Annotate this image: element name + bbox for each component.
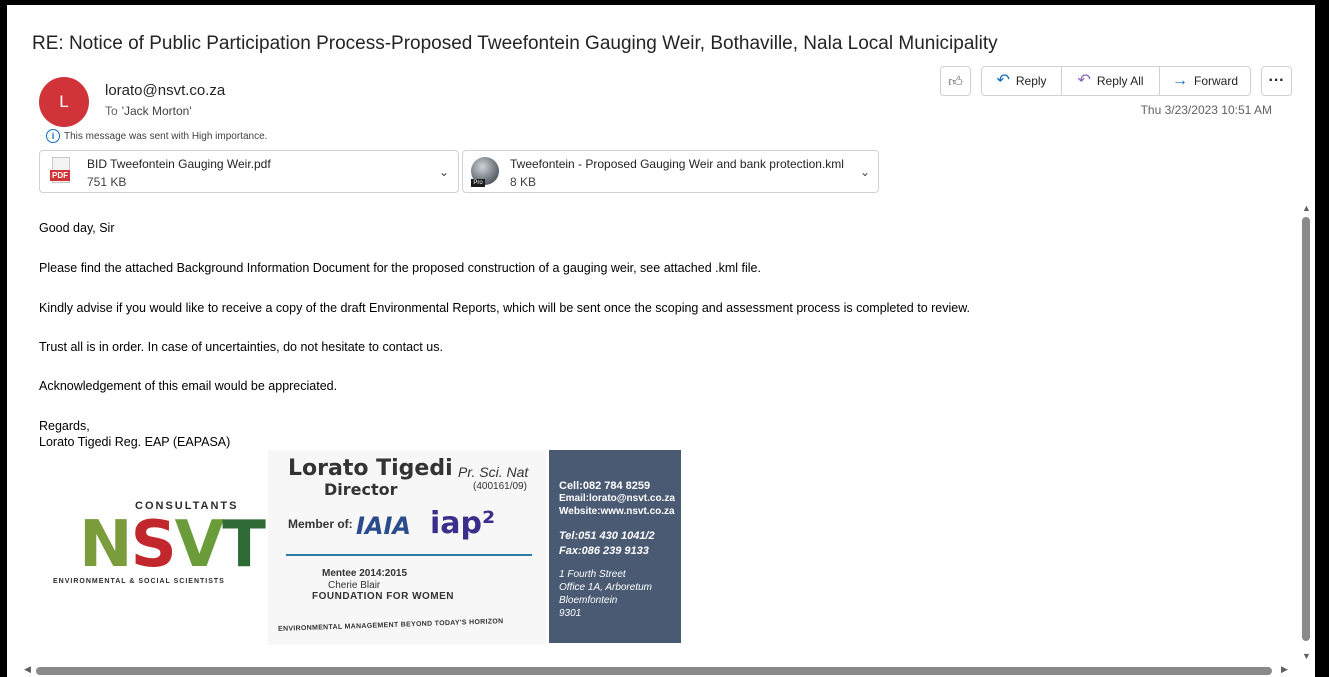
contact-cell: Cell:082 784 8259 — [559, 480, 651, 492]
ellipsis-icon: ··· — [1268, 72, 1285, 89]
info-icon: i — [46, 129, 60, 143]
like-button[interactable]: 👍︎ — [940, 66, 971, 96]
body-signature-name: Lorato Tigedi Reg. EAP (EAPASA) — [39, 435, 231, 449]
thumbs-up-icon: 👍︎ — [948, 72, 963, 89]
card-regno: (400161/09) — [473, 481, 527, 492]
attachment-kml[interactable]: Pro Tweefontein - Proposed Gauging Weir … — [462, 150, 879, 193]
body-paragraph-2: Kindly advise if you would like to recei… — [39, 301, 971, 315]
vertical-scroll-thumb[interactable] — [1302, 217, 1310, 641]
attachment-size: 751 KB — [87, 175, 127, 189]
importance-text: This message was sent with High importan… — [64, 130, 268, 142]
avatar-initial: L — [59, 92, 69, 111]
scroll-left-icon[interactable]: ◀ — [24, 664, 31, 675]
reply-icon: ↶ — [996, 72, 1010, 89]
scroll-down-icon[interactable]: ▼ — [1302, 651, 1311, 661]
horizontal-scrollbar[interactable]: ◀ ▶ — [24, 664, 1294, 677]
chevron-down-icon[interactable]: ⌄ — [439, 165, 449, 179]
contact-address-1: 1 Fourth Street — [559, 569, 626, 580]
to-label: To — [105, 104, 118, 118]
body-paragraph-1: Please find the attached Background Info… — [39, 261, 761, 275]
body-paragraph-3: Trust all is in order. In case of uncert… — [39, 340, 443, 354]
reading-pane: RE: Notice of Public Participation Proce… — [7, 5, 1315, 677]
iaia-logo: IAIA — [356, 512, 412, 540]
contact-address-3: Bloemfontein — [559, 595, 618, 606]
attachment-size: 8 KB — [510, 175, 537, 189]
reply-actions: ↶ Reply ↶ Reply All → Forward — [981, 66, 1251, 96]
card-cherie: Cherie Blair — [328, 580, 381, 591]
iap-logo: iap² — [430, 506, 496, 541]
reply-all-button[interactable]: ↶ Reply All — [1062, 67, 1160, 95]
message-date: Thu 3/23/2023 10:51 AM — [1140, 103, 1272, 117]
scroll-up-icon[interactable]: ▲ — [1302, 203, 1311, 213]
body-paragraph-4: Acknowledgement of this email would be a… — [39, 379, 338, 393]
card-credential: Pr. Sci. Nat — [458, 464, 529, 480]
card-foundation: FOUNDATION FOR WOMEN — [312, 591, 455, 602]
card-member-of: Member of: — [288, 517, 353, 531]
contact-address-4: 9301 — [559, 608, 582, 619]
nsvt-tagline: ENVIRONMENTAL & SOCIAL SCIENTISTS — [53, 578, 225, 585]
chevron-down-icon[interactable]: ⌄ — [860, 165, 870, 179]
recipient-name[interactable]: 'Jack Morton' — [122, 104, 192, 118]
contact-tel: Tel:051 430 1041/2 — [559, 530, 655, 542]
body-greeting: Good day, Sir — [39, 221, 115, 235]
contact-card: Cell:082 784 8259 Email:lorato@nsvt.co.z… — [549, 450, 681, 643]
horizontal-scroll-thumb[interactable] — [36, 667, 1272, 675]
pdf-icon: PDF — [50, 157, 72, 185]
pdf-tag: PDF — [50, 170, 70, 181]
nsvt-logo: CONSULTANTS NSVT ENVIRONMENTAL & SOCIAL … — [39, 480, 266, 630]
importance-notice: i This message was sent with High import… — [46, 129, 267, 143]
reply-all-icon: ↶ — [1077, 72, 1091, 89]
pro-tag: Pro — [471, 179, 485, 187]
nsvt-letters: NSVT — [79, 508, 266, 582]
forward-button[interactable]: → Forward — [1160, 67, 1250, 95]
card-name: Lorato Tigedi — [288, 456, 453, 481]
contact-fax: Fax:086 239 9133 — [559, 545, 649, 557]
reply-label: Reply — [1015, 74, 1047, 88]
contact-website: Website:www.nsvt.co.za — [559, 506, 675, 517]
attachment-name: Tweefontein - Proposed Gauging Weir and … — [510, 157, 844, 171]
body-regards: Regards, — [39, 419, 90, 433]
attachment-pdf[interactable]: PDF BID Tweefontein Gauging Weir.pdf 751… — [39, 150, 459, 193]
contact-email: Email:lorato@nsvt.co.za — [559, 493, 675, 504]
scroll-right-icon[interactable]: ▶ — [1281, 664, 1288, 675]
reply-all-label: Reply All — [1096, 74, 1144, 88]
vertical-scrollbar[interactable]: ▲ ▼ — [1299, 203, 1313, 663]
recipient-line: To 'Jack Morton' — [105, 104, 192, 118]
card-tagline: ENVIRONMENTAL MANAGEMENT BEYOND TODAY'S … — [277, 618, 504, 633]
card-mentee: Mentee 2014:2015 — [322, 568, 408, 579]
card-title: Director — [324, 480, 398, 499]
card-divider — [286, 554, 532, 556]
signature-card: Lorato Tigedi Pr. Sci. Nat Director (400… — [268, 450, 546, 645]
forward-label: Forward — [1193, 74, 1238, 88]
signature-image: CONSULTANTS NSVT ENVIRONMENTAL & SOCIAL … — [39, 450, 689, 645]
sender-avatar[interactable]: L — [39, 77, 89, 127]
message-subject: RE: Notice of Public Participation Proce… — [32, 33, 998, 54]
reply-button[interactable]: ↶ Reply — [982, 67, 1062, 95]
forward-icon: → — [1171, 72, 1188, 89]
more-actions-button[interactable]: ··· — [1261, 66, 1292, 96]
attachment-name: BID Tweefontein Gauging Weir.pdf — [87, 157, 271, 171]
contact-address-2: Office 1A, Arboretum — [559, 582, 652, 593]
sender-email[interactable]: lorato@nsvt.co.za — [105, 82, 225, 99]
kml-icon: Pro — [471, 157, 499, 187]
